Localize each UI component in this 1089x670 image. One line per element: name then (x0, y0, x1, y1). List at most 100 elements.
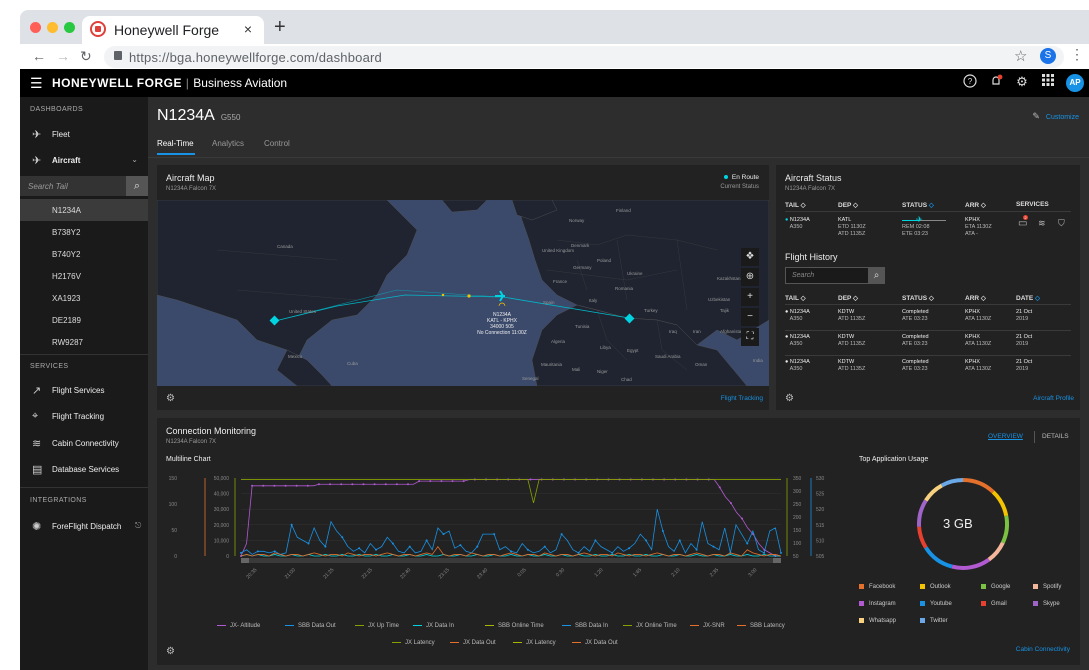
tab-analytics[interactable]: Analytics (212, 139, 244, 148)
scroll-left-button[interactable] (241, 558, 249, 563)
tab-details[interactable]: DETAILS (1042, 433, 1069, 440)
sidebar-item-cabin-connectivity[interactable]: ≋ Cabin Connectivity (20, 432, 148, 456)
tab-overview[interactable]: OVERVIEW (988, 433, 1023, 440)
map-layers-button[interactable]: ❖ (741, 248, 759, 266)
col-header-arr[interactable]: ARR ◇ (965, 201, 986, 209)
sidebar-item-flight-tracking[interactable]: ⌖ Flight Tracking (20, 405, 148, 429)
donut-slice[interactable] (1000, 515, 1009, 544)
customize-link[interactable]: ✎ Customize (1032, 111, 1079, 122)
usage-legend-item[interactable]: Outlook (920, 584, 951, 590)
url-field[interactable]: https://bga.honeywellforge.com/dashboard… (104, 46, 1064, 68)
legend-item[interactable]: JX Data In (413, 623, 454, 629)
col-header-dep[interactable]: DEP ◇ (838, 201, 858, 209)
fullscreen-button[interactable]: ⛶ (741, 328, 759, 346)
scroll-right-button[interactable] (773, 558, 781, 563)
legend-item[interactable]: JX Up Time (355, 623, 399, 629)
back-arrow-icon[interactable]: ← (32, 48, 46, 64)
settings-gear-icon[interactable]: ⚙ (1014, 74, 1030, 90)
search-tail-input[interactable]: Search Tail ⌕ (20, 176, 148, 196)
browser-menu-icon[interactable]: ⋮ (1070, 46, 1084, 63)
history-header-arr[interactable]: ARR ◇ (965, 294, 986, 302)
donut-slice[interactable] (962, 478, 995, 494)
col-header-status[interactable]: STATUS ◇ (902, 201, 934, 209)
help-icon[interactable]: ? (962, 74, 978, 90)
chart-scrollbar[interactable] (241, 558, 781, 563)
flight-history-search[interactable]: Search ⌕ (785, 267, 885, 284)
donut-slice[interactable] (987, 541, 1005, 562)
history-header-dep[interactable]: DEP ◇ (838, 294, 858, 302)
legend-item[interactable]: JX Data Out (572, 640, 618, 646)
col-header-tail[interactable]: TAIL ◇ (785, 201, 806, 209)
close-tab-icon[interactable]: × (244, 21, 252, 37)
history-header-tail[interactable]: TAIL ◇ (785, 294, 806, 302)
legend-item[interactable]: SBB Data Out (285, 623, 336, 629)
legend-item[interactable]: JX Latency (513, 640, 556, 646)
search-icon[interactable]: ⌕ (868, 267, 885, 284)
notification-bell-icon[interactable] (988, 74, 1004, 90)
hamburger-menu-icon[interactable]: ☰ (30, 75, 43, 92)
search-icon[interactable]: ⌕ (126, 176, 148, 196)
wifi-icon[interactable]: ≋ (1038, 218, 1046, 229)
donut-slice[interactable] (917, 499, 928, 527)
donut-slice[interactable] (917, 526, 928, 549)
donut-slice[interactable] (940, 478, 964, 488)
sidebar-tail-item[interactable]: H2176V (20, 265, 148, 287)
apps-grid-icon[interactable] (1040, 74, 1056, 90)
map-settings-gear-icon[interactable]: ⚙ (166, 393, 175, 404)
sidebar-tail-item[interactable]: N1234A (20, 199, 148, 221)
map-globe-button[interactable]: ⊕ (741, 268, 759, 286)
usage-legend-item[interactable]: Twitter (920, 618, 948, 624)
sidebar-item-flight-services[interactable]: ↗ Flight Services (20, 379, 148, 403)
donut-slice[interactable] (951, 557, 991, 570)
sidebar-tail-item[interactable]: DE2189 (20, 309, 148, 331)
minimize-window-button[interactable] (47, 22, 58, 33)
chart-settings-gear-icon[interactable]: ⚙ (166, 646, 175, 657)
legend-item[interactable]: SBB Latency (737, 623, 785, 629)
status-settings-gear-icon[interactable]: ⚙ (785, 393, 794, 404)
message-icon[interactable]: ▭ 2 (1018, 215, 1028, 229)
legend-item[interactable]: JX- Altitude (217, 623, 260, 629)
usage-legend-item[interactable]: Spotify (1033, 584, 1061, 590)
legend-item[interactable]: SBB Online Time (485, 623, 544, 629)
usage-legend-item[interactable]: Skype (1033, 601, 1060, 607)
legend-item[interactable]: JX-SNR (690, 623, 725, 629)
close-window-button[interactable] (30, 22, 41, 33)
sidebar-tail-item[interactable]: B738Y2 (20, 221, 148, 243)
usage-legend-item[interactable]: Facebook (859, 584, 895, 590)
profile-avatar[interactable]: S (1040, 48, 1056, 64)
zoom-in-button[interactable]: + (741, 288, 759, 306)
donut-slice[interactable] (924, 546, 953, 569)
sidebar-item-fleet[interactable]: ✈ Fleet (20, 123, 148, 147)
tab-real-time[interactable]: Real-Time (157, 139, 194, 148)
forward-arrow-icon[interactable]: → (56, 48, 70, 64)
reload-icon[interactable]: ↻ (80, 48, 92, 65)
sidebar-tail-item[interactable]: B740Y2 (20, 243, 148, 265)
donut-slice[interactable] (924, 483, 943, 502)
new-tab-button[interactable]: + (274, 16, 286, 39)
usage-legend-item[interactable]: Instagram (859, 601, 896, 607)
browser-tab[interactable]: Honeywell Forge × (82, 16, 264, 44)
legend-item[interactable]: JX Online Time (623, 623, 677, 629)
sidebar-item-database-services[interactable]: ▤ Database Services (20, 458, 148, 482)
sidebar-tail-item[interactable]: XA1923 (20, 287, 148, 309)
history-header-date[interactable]: DATE ◇ (1016, 294, 1040, 302)
zoom-out-button[interactable]: − (741, 308, 759, 326)
sidebar-tail-item[interactable]: RW9287 (20, 331, 148, 353)
usage-legend-item[interactable]: Gmail (981, 601, 1007, 607)
cabin-connectivity-link[interactable]: Cabin Connectivity (1016, 646, 1070, 653)
world-map[interactable]: Canada United States Mexico Cuba Norway … (156, 199, 770, 387)
user-avatar[interactable]: AP (1066, 74, 1084, 92)
bookmark-star-icon[interactable]: ☆ (1014, 47, 1027, 65)
sidebar-item-aircraft[interactable]: ✈ Aircraft ⌄ (20, 149, 148, 173)
usage-legend-item[interactable]: Whatsapp (859, 618, 896, 624)
usage-legend-item[interactable]: Youtube (920, 601, 952, 607)
usage-legend-item[interactable]: Google (981, 584, 1010, 590)
legend-item[interactable]: JX Data Out (450, 640, 496, 646)
shield-icon[interactable]: ⛉ (1058, 218, 1065, 229)
tab-control[interactable]: Control (264, 139, 290, 148)
aircraft-profile-link[interactable]: Aircraft Profile (1033, 395, 1074, 402)
maximize-window-button[interactable] (64, 22, 75, 33)
sidebar-item-foreflight[interactable]: ✺ ForeFlight Dispatch ⎋ (20, 515, 148, 539)
donut-slice[interactable] (991, 490, 1009, 517)
legend-item[interactable]: JX Latency (392, 640, 435, 646)
